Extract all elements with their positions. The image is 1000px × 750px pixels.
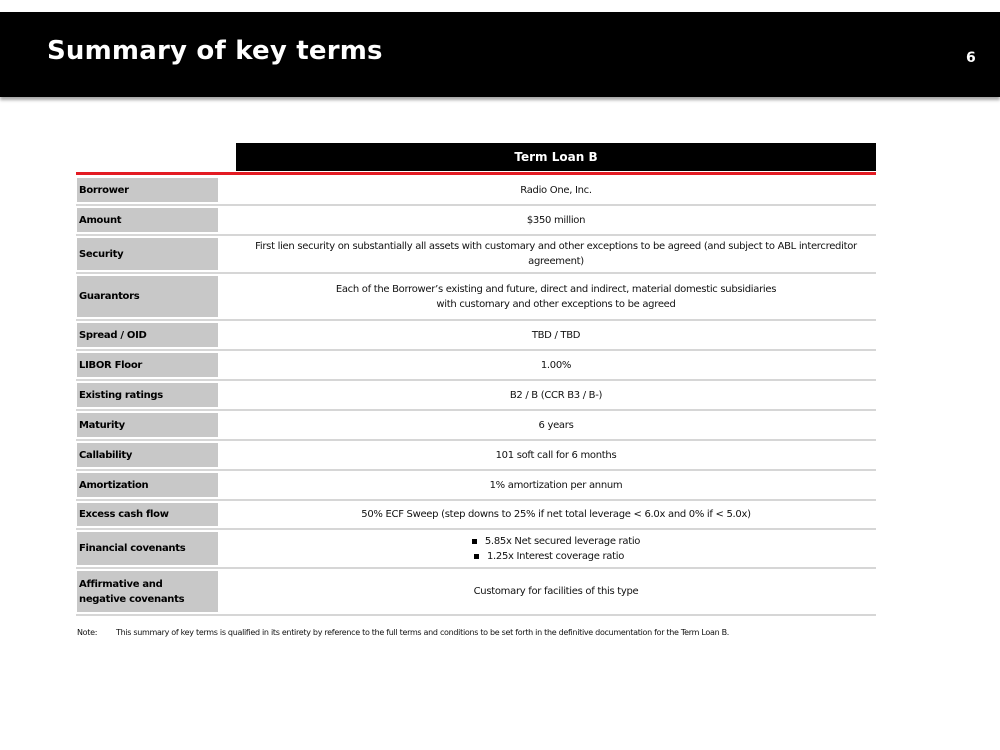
table-row: Amortization 1% amortization per annum bbox=[76, 471, 876, 501]
row-value: B2 / B (CCR B3 / B-) bbox=[509, 389, 603, 401]
row-value: 1% amortization per annum bbox=[489, 479, 623, 491]
bullet-text: 1.25x Interest coverage ratio bbox=[486, 550, 625, 562]
row-value: 101 soft call for 6 months bbox=[495, 449, 617, 461]
square-bullet-icon bbox=[473, 553, 479, 559]
table-row: Spread / OID TBD / TBD bbox=[76, 321, 876, 351]
row-label: Spread / OID bbox=[77, 323, 218, 347]
row-value: Radio One, Inc. bbox=[520, 184, 592, 196]
row-value: 5.85x Net secured leverage ratio 1.25x I… bbox=[236, 530, 876, 567]
row-label: Callability bbox=[77, 443, 218, 467]
row-value: Each of the Borrower’s existing and futu… bbox=[236, 274, 876, 319]
square-bullet-icon bbox=[471, 538, 477, 544]
table-row: Borrower Radio One, Inc. bbox=[76, 176, 876, 206]
row-label: Affirmative and negative covenants bbox=[77, 571, 218, 612]
row-value: 50% ECF Sweep (step downs to 25% if net … bbox=[361, 509, 751, 520]
page-title: Summary of key terms bbox=[47, 36, 383, 66]
column-header-term-loan-b: Term Loan B bbox=[236, 143, 876, 171]
row-label: Financial covenants bbox=[77, 532, 218, 565]
note-text: This summary of key terms is qualified i… bbox=[116, 628, 730, 637]
page-number: 6 bbox=[966, 50, 976, 66]
row-value: First lien security on substantially all… bbox=[255, 241, 857, 267]
table-row: Maturity 6 years bbox=[76, 411, 876, 441]
table-row: Callability 101 soft call for 6 months bbox=[76, 441, 876, 471]
row-label: Existing ratings bbox=[77, 383, 218, 407]
table-row: Existing ratings B2 / B (CCR B3 / B-) bbox=[76, 381, 876, 411]
table-row: Excess cash flow 50% ECF Sweep (step dow… bbox=[76, 501, 876, 530]
value-line: with customary and other exceptions to b… bbox=[436, 298, 676, 310]
row-label: Amortization bbox=[77, 473, 218, 497]
table-row: Affirmative and negative covenants Custo… bbox=[76, 569, 876, 616]
note-label: Note: bbox=[77, 628, 98, 637]
row-label: Maturity bbox=[77, 413, 218, 437]
table-row: Security First lien security on substant… bbox=[76, 236, 876, 274]
footnote: Note: This summary of key terms is quali… bbox=[77, 628, 729, 637]
row-value: $350 million bbox=[526, 214, 586, 226]
table-row: Guarantors Each of the Borrower’s existi… bbox=[76, 274, 876, 321]
bullet-text: 5.85x Net secured leverage ratio bbox=[484, 535, 641, 547]
table-row: Financial covenants 5.85x Net secured le… bbox=[76, 530, 876, 569]
row-value: 6 years bbox=[538, 419, 574, 431]
table-row: LIBOR Floor 1.00% bbox=[76, 351, 876, 381]
row-label: Amount bbox=[77, 208, 218, 232]
row-label: Excess cash flow bbox=[77, 503, 218, 526]
header-divider bbox=[76, 172, 876, 175]
bullet-item: 1.25x Interest coverage ratio bbox=[473, 549, 625, 564]
row-value: 1.00% bbox=[540, 359, 572, 371]
table-row: Amount $350 million bbox=[76, 206, 876, 236]
row-label: Borrower bbox=[77, 178, 218, 202]
bullet-item: 5.85x Net secured leverage ratio bbox=[471, 534, 641, 549]
row-value: Customary for facilities of this type bbox=[473, 586, 639, 597]
value-line: Each of the Borrower’s existing and futu… bbox=[335, 283, 777, 295]
key-terms-table: Borrower Radio One, Inc. Amount $350 mil… bbox=[76, 176, 876, 616]
row-label: LIBOR Floor bbox=[77, 353, 218, 377]
row-label: Security bbox=[77, 238, 218, 270]
row-label: Guarantors bbox=[77, 276, 218, 317]
row-value: TBD / TBD bbox=[531, 329, 581, 341]
slide-header: Summary of key terms 6 bbox=[0, 12, 1000, 97]
